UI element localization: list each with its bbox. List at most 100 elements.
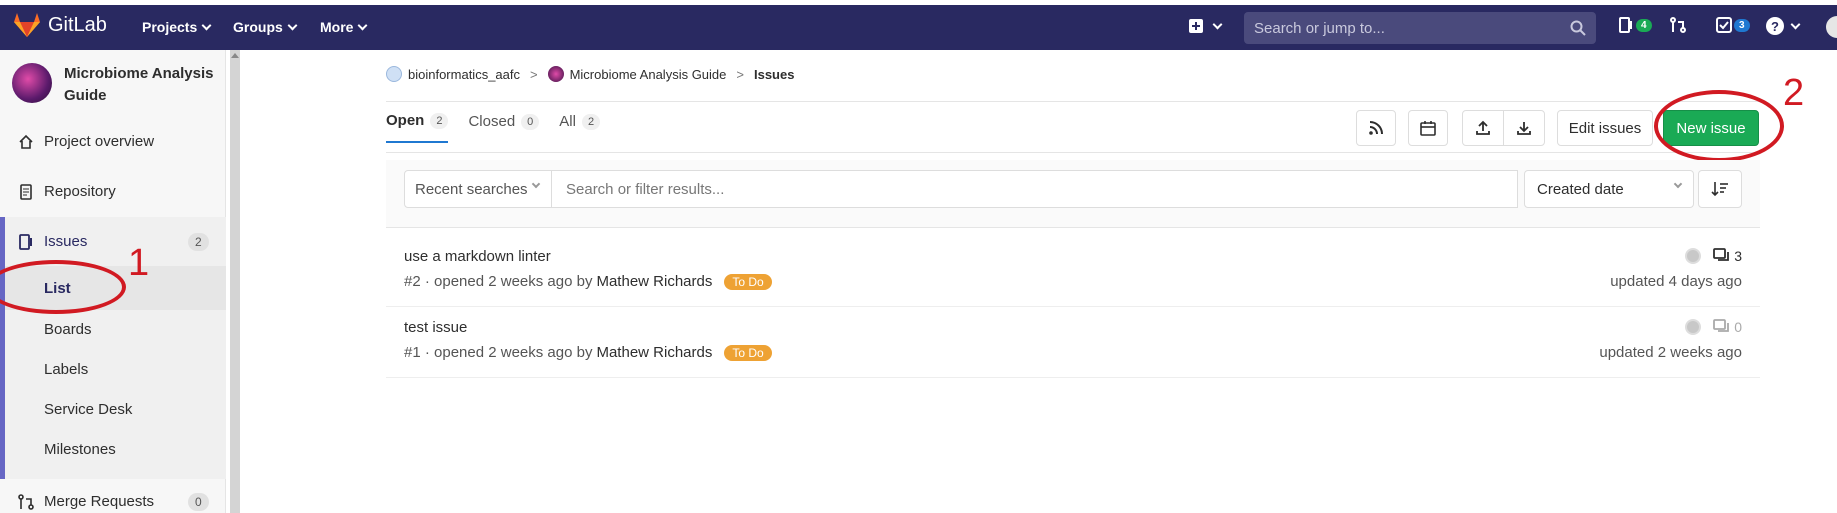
sidebar-sub-labels[interactable]: Labels bbox=[44, 361, 88, 378]
issue-meta: #2 · opened 2 weeks ago by Mathew Richar… bbox=[404, 273, 772, 290]
import-button[interactable] bbox=[1503, 110, 1545, 146]
checkbox-icon bbox=[1716, 17, 1732, 33]
chevron-down-icon bbox=[1673, 179, 1683, 189]
chevron-right-icon: > bbox=[736, 66, 744, 82]
issue-author[interactable]: Mathew Richards bbox=[596, 344, 712, 361]
sidebar-item-repository-label: Repository bbox=[44, 183, 116, 200]
tab-closed-count: 0 bbox=[521, 113, 540, 130]
chevron-down-icon bbox=[1790, 19, 1801, 29]
breadcrumb-current[interactable]: Issues bbox=[754, 67, 794, 82]
comments-count: 3 bbox=[1734, 248, 1742, 264]
tab-all-label: All bbox=[559, 113, 576, 130]
nav-groups[interactable]: Groups bbox=[233, 19, 298, 35]
mr-count-badge: 0 bbox=[188, 493, 209, 511]
issue-row[interactable]: test issue #1 · opened 2 weeks ago by Ma… bbox=[386, 307, 1760, 378]
issue-label-badge[interactable]: To Do bbox=[724, 273, 772, 290]
assignee-avatar[interactable] bbox=[1685, 319, 1702, 335]
sort-dropdown[interactable]: Created date bbox=[1524, 170, 1694, 208]
rss-icon bbox=[1369, 121, 1383, 135]
project-avatar bbox=[12, 63, 52, 103]
comments-icon bbox=[1713, 319, 1730, 332]
search-placeholder: Search or jump to... bbox=[1254, 20, 1385, 37]
comments-icon bbox=[1713, 248, 1730, 261]
chevron-down-icon bbox=[201, 20, 212, 30]
comments-count: 0 bbox=[1734, 319, 1742, 335]
filter-search-input[interactable]: Search or filter results... bbox=[552, 170, 1518, 208]
merge-request-icon bbox=[1670, 17, 1686, 33]
issues-icon bbox=[19, 233, 32, 250]
sidebar-sub-milestones[interactable]: Milestones bbox=[44, 441, 116, 458]
calendar-icon bbox=[1420, 121, 1436, 136]
breadcrumb-group[interactable]: bioinformatics_aafc bbox=[408, 67, 520, 82]
issues-todo-button[interactable]: 3 bbox=[1716, 17, 1750, 33]
merge-requests-button[interactable] bbox=[1670, 17, 1686, 33]
nav-projects-label: Projects bbox=[142, 19, 198, 35]
top-navbar: GitLab Projects Groups More Search or ju… bbox=[0, 0, 1837, 50]
issue-updated: updated 4 days ago bbox=[1610, 273, 1742, 290]
issue-title[interactable]: test issue bbox=[404, 319, 467, 336]
scroll-up-arrow-icon[interactable] bbox=[231, 53, 239, 58]
home-icon bbox=[19, 134, 33, 149]
issue-ref: #1 · opened 2 weeks ago by bbox=[404, 344, 593, 361]
issue-label-badge[interactable]: To Do bbox=[724, 344, 772, 361]
export-button[interactable] bbox=[1462, 110, 1504, 146]
assignee-avatar[interactable] bbox=[1685, 248, 1702, 264]
search-input[interactable]: Search or jump to... bbox=[1244, 12, 1596, 44]
tab-open[interactable]: Open 2 bbox=[386, 112, 449, 143]
edit-issues-button[interactable]: Edit issues bbox=[1557, 110, 1653, 146]
user-avatar[interactable] bbox=[1826, 16, 1837, 38]
chevron-down-icon bbox=[531, 179, 541, 189]
question-icon: ? bbox=[1766, 17, 1784, 35]
issue-author[interactable]: Mathew Richards bbox=[596, 273, 712, 290]
nav-projects[interactable]: Projects bbox=[142, 19, 212, 35]
sort-direction-button[interactable] bbox=[1698, 170, 1742, 208]
issues-icon bbox=[1619, 17, 1632, 33]
chevron-down-icon bbox=[358, 20, 368, 30]
todos-button[interactable]: 4 bbox=[1618, 17, 1652, 33]
gitlab-logo[interactable]: GitLab bbox=[14, 13, 107, 37]
sidebar-sub-boards[interactable]: Boards bbox=[44, 321, 92, 338]
sidebar-item-issues-label: Issues bbox=[44, 233, 88, 250]
calendar-button[interactable] bbox=[1408, 110, 1448, 146]
project-header[interactable]: Microbiome Analysis Guide bbox=[12, 63, 224, 107]
issues-section bbox=[5, 217, 226, 479]
nav-more[interactable]: More bbox=[320, 19, 368, 35]
issue-row[interactable]: use a markdown linter #2 · opened 2 week… bbox=[386, 236, 1760, 307]
issue-meta: #1 · opened 2 weeks ago by Mathew Richar… bbox=[404, 344, 772, 361]
recent-searches-dropdown[interactable]: Recent searches bbox=[404, 170, 552, 208]
divider bbox=[386, 152, 1760, 153]
project-name: Microbiome Analysis Guide bbox=[64, 65, 214, 104]
sidebar-scrollbar[interactable] bbox=[230, 50, 240, 513]
tab-all[interactable]: All 2 bbox=[559, 112, 601, 143]
tab-all-count: 2 bbox=[581, 113, 601, 130]
window-top-edge bbox=[0, 0, 1837, 5]
sidebar-item-overview[interactable]: Project overview bbox=[18, 133, 154, 150]
group-avatar bbox=[386, 66, 402, 82]
nav-groups-label: Groups bbox=[233, 19, 283, 35]
filter-placeholder: Search or filter results... bbox=[566, 181, 725, 198]
issue-title[interactable]: use a markdown linter bbox=[404, 248, 551, 265]
recent-searches-label: Recent searches bbox=[415, 181, 528, 198]
help-button[interactable]: ? bbox=[1766, 17, 1801, 35]
sidebar-item-issues[interactable]: Issues bbox=[18, 233, 87, 250]
new-dropdown-button[interactable] bbox=[1188, 18, 1223, 34]
brand-name: GitLab bbox=[48, 13, 107, 36]
annotation-circle-2 bbox=[1654, 90, 1784, 162]
issue-updated: updated 2 weeks ago bbox=[1599, 344, 1742, 361]
sidebar-sub-service-desk[interactable]: Service Desk bbox=[44, 401, 132, 418]
tab-closed[interactable]: Closed 0 bbox=[468, 112, 540, 143]
chevron-right-icon: > bbox=[530, 66, 538, 82]
download-icon bbox=[1517, 122, 1531, 135]
breadcrumb-project[interactable]: Microbiome Analysis Guide bbox=[570, 67, 727, 82]
todos-count-badge: 4 bbox=[1636, 18, 1652, 32]
sidebar-item-repository[interactable]: Repository bbox=[18, 183, 116, 200]
nav-more-label: More bbox=[320, 19, 354, 35]
breadcrumb: bioinformatics_aafc > Microbiome Analysi… bbox=[386, 66, 794, 82]
rss-button[interactable] bbox=[1356, 110, 1396, 146]
document-icon bbox=[20, 183, 32, 200]
chevron-down-icon bbox=[1212, 19, 1223, 29]
annotation-number-1: 1 bbox=[128, 242, 150, 284]
issue-ref: #2 · opened 2 weeks ago by bbox=[404, 273, 593, 290]
sidebar-item-merge-requests[interactable]: Merge Requests bbox=[18, 493, 154, 510]
issues-count-badge: 2 bbox=[188, 233, 209, 251]
